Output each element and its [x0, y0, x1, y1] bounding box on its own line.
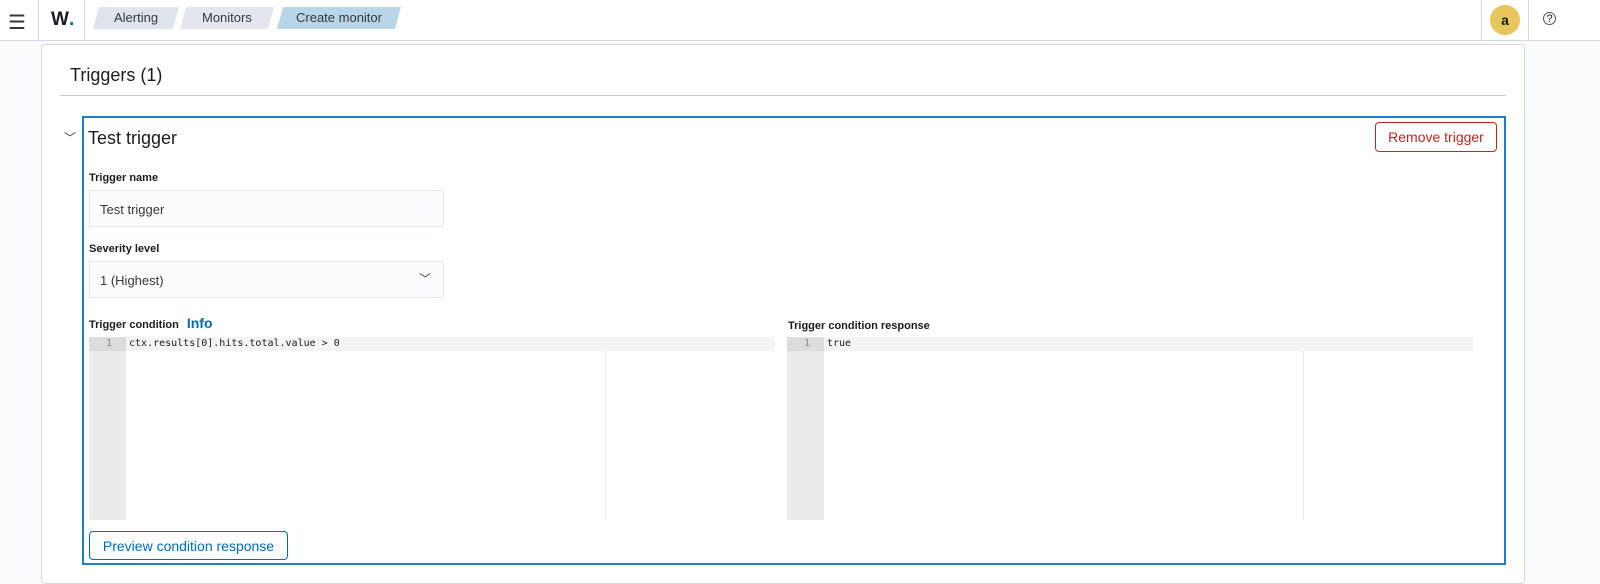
severity-value: 1 (Highest): [100, 273, 164, 288]
info-link[interactable]: Info: [187, 315, 213, 331]
editor-gutter: [787, 337, 824, 520]
logo[interactable]: W.: [51, 9, 74, 31]
editor-line: 1 true: [787, 337, 1473, 351]
section-title: Triggers (1): [70, 65, 163, 85]
breadcrumb-label: Alerting: [113, 10, 159, 25]
editor-gutter: [89, 337, 126, 520]
divider: [38, 0, 39, 41]
trigger-name-label: Trigger name: [89, 172, 159, 184]
triggers-panel: Triggers (1) ﹀ Test trigger Remove trigg…: [41, 44, 1525, 584]
severity-label: Severity level: [89, 243, 160, 255]
condition-label-text: Trigger condition: [89, 319, 179, 331]
breadcrumb-monitors[interactable]: Monitors: [180, 7, 274, 29]
divider: [84, 0, 85, 41]
response-label: Trigger condition response: [788, 320, 930, 332]
breadcrumb-label: Monitors: [202, 10, 252, 25]
preview-condition-response-button[interactable]: Preview condition response: [89, 531, 288, 560]
code-text: ctx.results[0].hits.total.value > 0: [129, 338, 340, 349]
hamburger-menu-icon[interactable]: ☰: [8, 10, 26, 35]
divider: [60, 95, 1506, 96]
line-number: 1: [787, 337, 824, 351]
logo-text: W: [51, 9, 69, 30]
trigger-card: Test trigger Remove trigger Trigger name…: [82, 116, 1506, 565]
breadcrumb-label: Create monitor: [296, 10, 382, 25]
trigger-name-input[interactable]: Test trigger: [89, 190, 444, 227]
chevron-down-icon: ﹀: [418, 272, 431, 286]
editor-line: 1 ctx.results[0].hits.total.value > 0: [89, 337, 775, 351]
breadcrumb-create-monitor: Create monitor: [277, 7, 401, 29]
top-bar: ☰ W. Alerting Monitors Create monitor a …: [0, 0, 1600, 41]
condition-editor[interactable]: 1 ctx.results[0].hits.total.value > 0: [89, 337, 775, 520]
line-number: 1: [89, 337, 126, 351]
avatar[interactable]: a: [1490, 5, 1520, 35]
print-margin: [605, 351, 606, 520]
trigger-title: Test trigger: [88, 128, 178, 148]
condition-label: Trigger condition Info: [89, 315, 213, 331]
remove-trigger-button[interactable]: Remove trigger: [1375, 122, 1497, 152]
chevron-down-icon[interactable]: ﹀: [64, 129, 76, 146]
code-text: true: [827, 338, 852, 349]
help-icon[interactable]: ?: [1543, 12, 1556, 25]
divider: [1528, 0, 1529, 41]
divider: [1481, 0, 1482, 41]
severity-select[interactable]: 1 (Highest) ﹀: [89, 261, 444, 298]
response-editor: 1 true: [787, 337, 1473, 520]
print-margin: [1303, 351, 1304, 520]
breadcrumb-alerting[interactable]: Alerting: [93, 7, 179, 29]
